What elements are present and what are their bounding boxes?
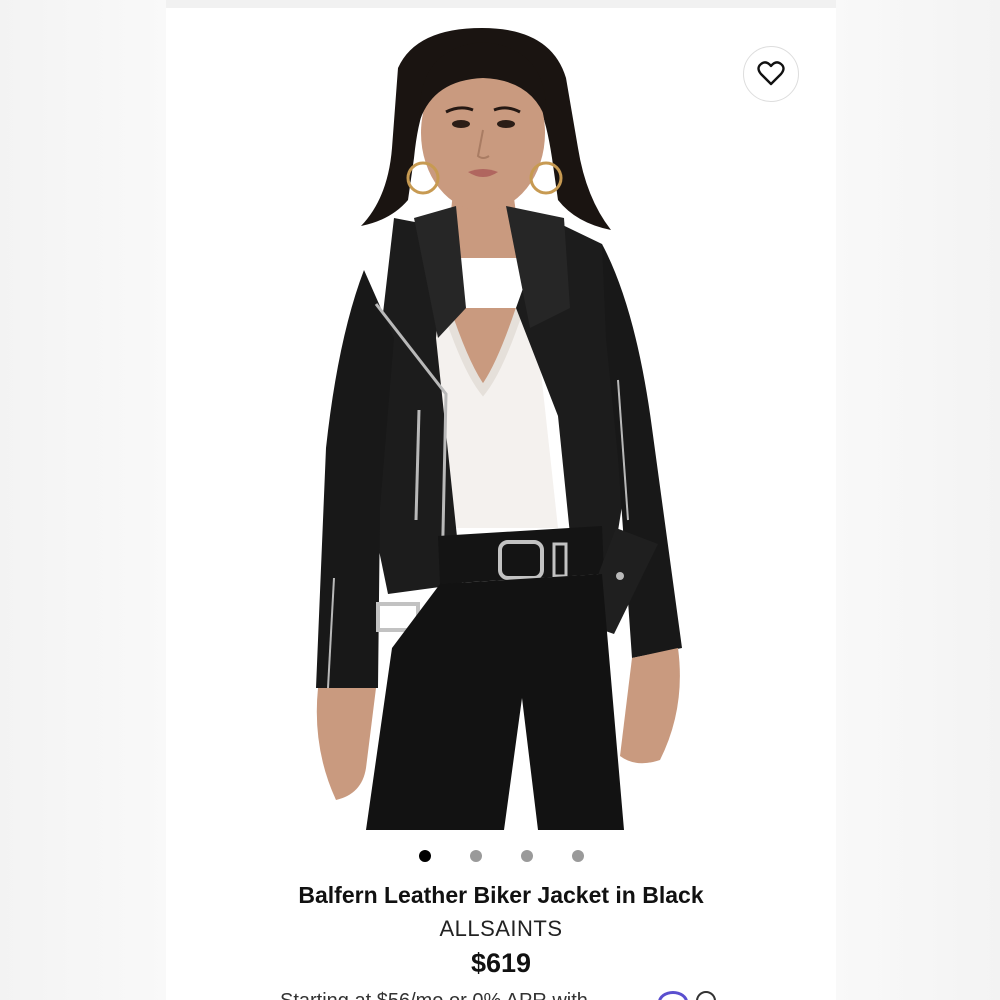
favorite-button[interactable]: [743, 46, 799, 102]
top-divider: [166, 0, 836, 8]
brand-name[interactable]: ALLSAINTS: [166, 916, 836, 942]
info-icon[interactable]: [696, 991, 716, 1000]
carousel-dot-1[interactable]: [419, 850, 431, 862]
product-image[interactable]: [166, 8, 836, 830]
left-backdrop: [0, 0, 166, 1000]
product-card: Balfern Leather Biker Jacket in Black AL…: [166, 0, 836, 1000]
right-backdrop: [836, 0, 1000, 1000]
carousel-dot-2[interactable]: [470, 850, 482, 862]
product-price: $619: [470, 948, 532, 978]
heart-icon: [757, 61, 785, 86]
carousel-dot-4[interactable]: [572, 850, 584, 862]
model-illustration: [316, 28, 682, 830]
product-name[interactable]: Balfern Leather Biker Jacket in Black: [166, 882, 836, 909]
carousel-dot-3[interactable]: [521, 850, 533, 862]
carousel-indicators: [166, 848, 836, 864]
affirm-logo-icon: [658, 991, 688, 1000]
financing-text: Starting at $56/mo or 0% APR with: [280, 990, 588, 1000]
